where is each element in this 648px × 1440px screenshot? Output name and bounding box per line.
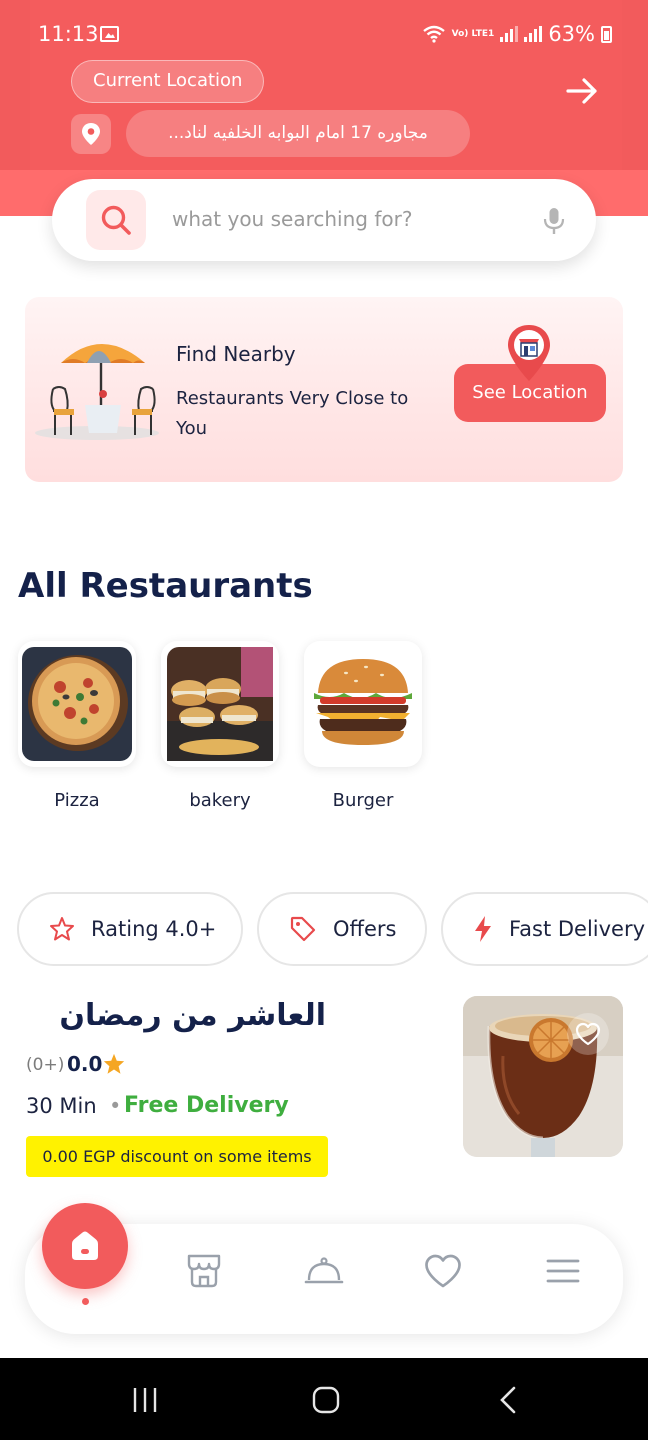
filter-rating-chip[interactable]: Rating 4.0+ — [17, 892, 243, 966]
filter-label: Rating 4.0+ — [91, 917, 217, 941]
nearby-subtitle: Restaurants Very Close to You — [176, 388, 409, 439]
cafe-table-illustration — [35, 344, 159, 440]
status-indicators: Vo) LTE1 63% — [422, 22, 612, 46]
recent-apps-icon[interactable] — [131, 1383, 159, 1417]
filter-label: Offers — [333, 917, 397, 941]
heart-icon[interactable] — [422, 1250, 464, 1292]
arrow-right-icon[interactable] — [563, 74, 601, 108]
menu-icon[interactable] — [542, 1250, 584, 1292]
star-outline-icon — [50, 917, 74, 941]
home-icon[interactable] — [42, 1203, 128, 1289]
find-nearby-card[interactable]: Find Nearby Restaurants Very Close to Yo… — [25, 297, 623, 482]
search-icon[interactable] — [86, 190, 146, 250]
free-delivery-label: Free Delivery — [124, 1093, 289, 1118]
signal-icon — [500, 26, 519, 42]
store-pin-icon — [508, 325, 550, 381]
current-location-label[interactable]: Current Location — [71, 60, 265, 103]
lightning-icon — [475, 916, 491, 942]
discount-badge: 0.00 EGP discount on some items — [26, 1136, 328, 1177]
location-pin-icon[interactable] — [71, 114, 111, 154]
home-system-icon[interactable] — [311, 1383, 341, 1417]
search-input[interactable]: what you searching for? — [172, 207, 412, 231]
tag-icon — [290, 916, 316, 942]
delivery-address[interactable]: مجاوره 17 امام البوابه الخلفيه لناد... — [126, 110, 470, 157]
nearby-title: Find Nearby — [176, 342, 296, 366]
delivery-time: 30 Min — [26, 1094, 97, 1118]
back-icon[interactable] — [497, 1383, 519, 1417]
pizza-image[interactable] — [18, 641, 136, 767]
microphone-icon[interactable] — [541, 206, 567, 236]
filter-fast-delivery-chip[interactable]: Fast Delivery — [441, 892, 648, 966]
all-restaurants-title: All Restaurants — [18, 566, 313, 606]
star-icon — [103, 1053, 125, 1074]
filter-offers-chip[interactable]: Offers — [257, 892, 427, 966]
store-icon[interactable] — [183, 1250, 225, 1292]
category-label: Burger — [332, 790, 394, 811]
rating-value: 0.0 — [67, 1052, 103, 1076]
cloche-icon[interactable] — [303, 1250, 345, 1292]
category-label: bakery — [189, 790, 251, 811]
burger-image[interactable] — [304, 641, 422, 767]
restaurant-name[interactable]: العاشر من رمضان — [26, 998, 326, 1033]
battery-icon — [601, 25, 612, 43]
filter-label: Fast Delivery — [509, 917, 646, 941]
status-time: 11:13 — [38, 22, 99, 46]
wifi-icon — [422, 25, 445, 43]
network-type: Vo) LTE1 — [451, 28, 495, 39]
active-indicator — [82, 1298, 89, 1305]
favorite-heart-icon[interactable] — [567, 1013, 609, 1055]
category-label: Pizza — [54, 790, 100, 811]
status-bar: 11:13 Vo) LTE1 63% — [0, 0, 648, 64]
battery-percent: 63% — [548, 22, 595, 46]
bakery-image[interactable] — [161, 641, 279, 767]
separator-dot: • — [109, 1094, 122, 1118]
search-bar[interactable]: what you searching for? — [52, 179, 596, 261]
gallery-notification-icon — [100, 26, 119, 42]
rating-count: (0+) — [26, 1055, 65, 1075]
signal-icon-2 — [524, 26, 543, 42]
